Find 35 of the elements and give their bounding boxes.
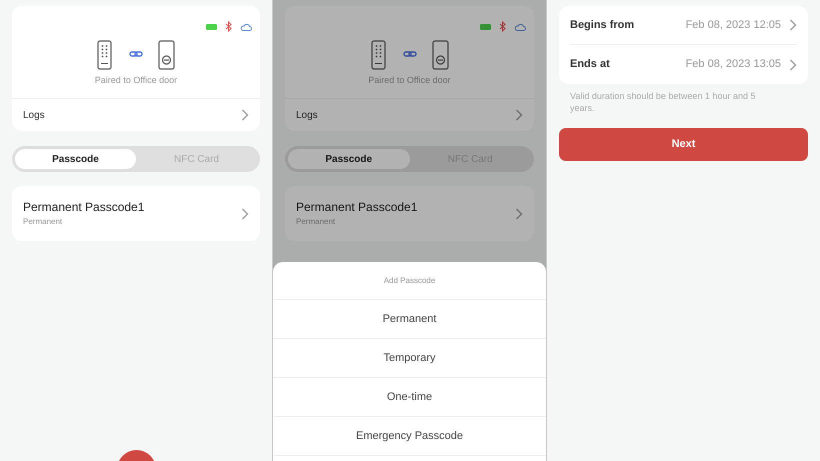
logs-row[interactable]: Logs <box>12 98 260 131</box>
chevron-icon <box>241 109 249 121</box>
time-value: Feb 08, 2023 12:05 <box>686 18 781 33</box>
tab[interactable]: Passcode <box>288 149 410 169</box>
chevron-icon <box>241 208 249 220</box>
chevron-icon <box>515 208 523 220</box>
logs-row[interactable]: Logs <box>285 98 534 131</box>
cloud-icon <box>514 22 526 30</box>
tab[interactable]: Passcode <box>15 149 136 169</box>
battery-icon <box>480 24 491 30</box>
time-row[interactable]: Ends at Feb 08, 2023 13:05 <box>570 45 797 84</box>
paired-label: Paired to Office door <box>368 76 451 85</box>
passcode-type: Permanent <box>296 218 336 226</box>
bluetooth-icon <box>225 21 232 32</box>
time-value: Feb 08, 2023 13:05 <box>686 57 781 72</box>
chevron-icon <box>789 58 797 70</box>
next-button[interactable]: Next <box>559 128 808 161</box>
time-row[interactable]: Begins from Feb 08, 2023 12:05 <box>570 6 797 45</box>
paired-label: Paired to Office door <box>94 76 178 85</box>
chevron-icon <box>515 109 523 121</box>
sheet-option[interactable]: One-time <box>273 378 546 417</box>
chevron-icon <box>789 19 797 31</box>
bluetooth-icon <box>499 21 506 32</box>
passcode-row[interactable]: Permanent Passcode1 Permanent <box>285 186 534 241</box>
passcode-name: Permanent Passcode1 <box>296 201 418 213</box>
sheet-option[interactable]: Emergency Passcode <box>273 417 546 456</box>
sheet-title: Add Passcode <box>273 262 546 300</box>
sheet-option[interactable]: Temporary <box>273 339 546 378</box>
hint-text: Valid duration should be between 1 hour and 5 years. <box>569 90 756 114</box>
passcode-name: Permanent Passcode1 <box>23 201 144 213</box>
passcode-type: Permanent <box>23 218 64 226</box>
passcode-row[interactable]: Permanent Passcode1 Permanent <box>12 186 260 241</box>
sheet-option[interactable]: Permanent <box>273 300 546 339</box>
battery-icon <box>206 24 217 30</box>
cloud-icon <box>240 22 252 30</box>
